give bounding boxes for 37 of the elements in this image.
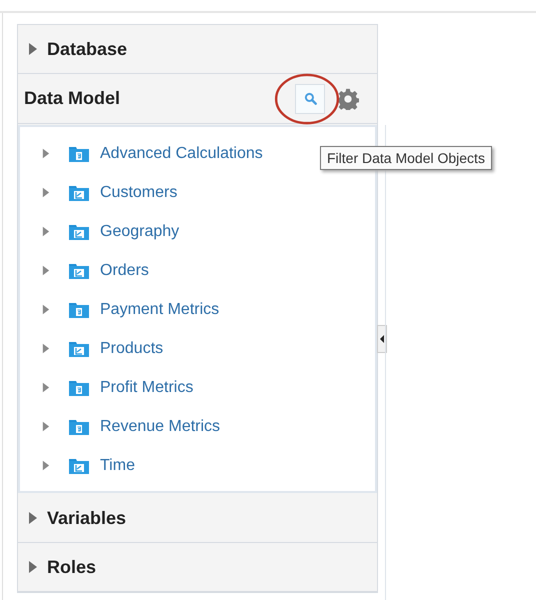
collapse-handle[interactable] bbox=[377, 325, 387, 353]
tree-item[interactable]: Customers bbox=[100, 184, 178, 202]
highlight-circle bbox=[272, 72, 342, 126]
panel-title: Data Model bbox=[24, 88, 122, 109]
expand-icon[interactable] bbox=[42, 148, 50, 159]
expand-icon[interactable] bbox=[42, 382, 50, 393]
tree-item[interactable]: Advanced Calculations bbox=[100, 144, 263, 162]
tree-item[interactable]: Products bbox=[100, 340, 164, 358]
measure-folder-icon bbox=[68, 418, 90, 436]
settings-icon[interactable] bbox=[337, 88, 359, 110]
dimension-folder-icon bbox=[68, 456, 90, 474]
measure-folder-icon bbox=[68, 378, 90, 396]
measure-folder-icon bbox=[68, 300, 90, 318]
expand-icon[interactable] bbox=[28, 559, 38, 575]
expand-icon[interactable] bbox=[42, 304, 50, 315]
expand-icon[interactable] bbox=[42, 460, 50, 471]
dimension-folder-icon bbox=[68, 222, 90, 240]
tree-item[interactable]: Revenue Metrics bbox=[100, 418, 220, 436]
search-icon bbox=[304, 92, 316, 105]
expand-icon[interactable] bbox=[42, 226, 50, 237]
expand-icon[interactable] bbox=[42, 343, 50, 354]
dimension-folder-icon bbox=[68, 262, 90, 280]
tree-item[interactable]: Orders bbox=[100, 262, 149, 280]
expand-icon[interactable] bbox=[42, 421, 50, 432]
expand-icon[interactable] bbox=[28, 510, 38, 526]
tooltip: Filter Data Model Objects bbox=[320, 146, 492, 170]
expand-icon[interactable] bbox=[42, 265, 50, 276]
expand-icon[interactable] bbox=[28, 41, 38, 57]
tree-item[interactable]: Payment Metrics bbox=[100, 300, 220, 318]
tree-item[interactable]: Geography bbox=[100, 222, 180, 240]
dimension-folder-icon bbox=[68, 184, 90, 202]
expand-icon[interactable] bbox=[42, 187, 50, 198]
tree-item[interactable]: Profit Metrics bbox=[100, 378, 194, 396]
measure-folder-icon bbox=[68, 144, 90, 162]
search-button[interactable] bbox=[295, 84, 325, 114]
dimension-folder-icon bbox=[68, 340, 90, 358]
tree-item[interactable]: Time bbox=[100, 456, 135, 474]
